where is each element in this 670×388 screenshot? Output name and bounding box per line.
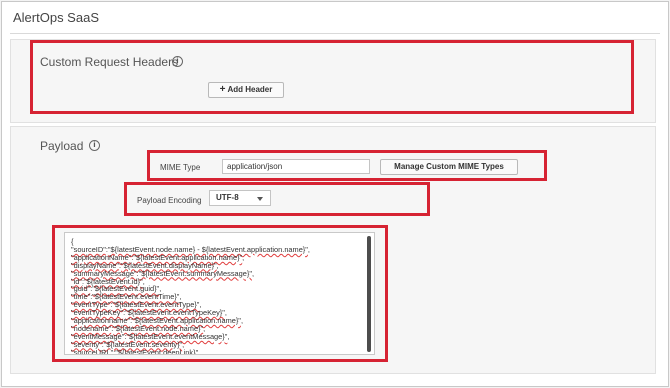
title-divider <box>10 33 660 34</box>
manage-mime-types-button[interactable]: Manage Custom MIME Types <box>380 159 518 175</box>
payload-body-editor[interactable]: {"sourceID":"${latestEvent.node.name} - … <box>64 232 375 355</box>
plus-icon: + <box>219 84 226 95</box>
chevron-down-icon <box>257 197 263 201</box>
custom-headers-title: Custom Request Headers <box>40 55 179 69</box>
mime-type-label: MIME Type <box>160 163 201 172</box>
payload-encoding-select[interactable]: UTF-8 <box>209 190 271 206</box>
editor-scrollbar[interactable] <box>367 236 371 352</box>
add-header-label: Add Header <box>227 85 273 94</box>
info-icon[interactable]: i <box>172 56 183 67</box>
payload-title: Payload <box>40 139 84 153</box>
payload-code-line: "sourceURL":"${latestEvent.deepLink}" <box>71 347 199 355</box>
page-title: AlertOps SaaS <box>13 10 99 25</box>
payload-encoding-value: UTF-8 <box>216 193 239 202</box>
add-header-button[interactable]: + Add Header <box>208 82 284 98</box>
payload-encoding-label: Payload Encoding <box>137 196 202 205</box>
custom-headers-panel <box>10 39 656 123</box>
info-icon[interactable]: i <box>89 140 100 151</box>
mime-type-input[interactable]: application/json <box>222 159 370 174</box>
